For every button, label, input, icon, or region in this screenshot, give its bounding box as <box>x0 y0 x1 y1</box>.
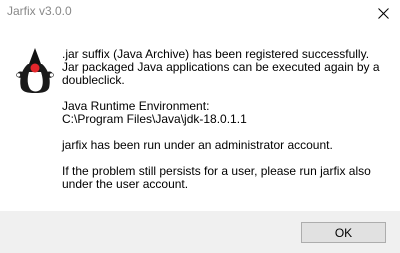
close-icon <box>377 7 389 19</box>
window-title: Jarfix v3.0.0 <box>7 4 72 18</box>
dialog-content: .jar suffix (Java Archive) has been regi… <box>0 28 400 211</box>
message-success: .jar suffix (Java Archive) has been regi… <box>62 47 380 87</box>
jarfix-dialog: Jarfix v3.0.0 .jar suffix (Java Archive)… <box>0 0 400 253</box>
message-jre-path: Java Runtime Environment: C:\Program Fil… <box>62 99 247 126</box>
message-admin: jarfix has been run under an administrat… <box>62 138 333 152</box>
close-button[interactable] <box>366 0 400 26</box>
title-bar: Jarfix v3.0.0 <box>0 0 400 28</box>
java-duke-icon <box>15 46 55 94</box>
message-text: .jar suffix (Java Archive) has been regi… <box>62 48 392 204</box>
message-hint: If the problem still persists for a user… <box>62 164 371 191</box>
button-bar: OK <box>0 211 400 253</box>
ok-button[interactable]: OK <box>301 222 386 243</box>
